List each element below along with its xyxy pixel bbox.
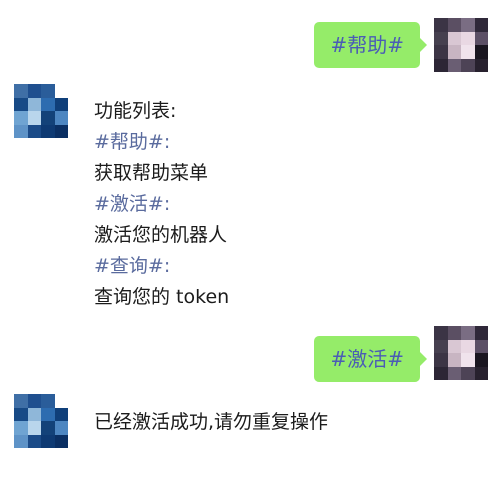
avatar-pixel xyxy=(447,353,461,367)
avatar-pixel xyxy=(474,326,488,340)
avatar-pixel xyxy=(461,58,475,72)
avatar-pixel xyxy=(54,421,68,435)
avatar-pixel xyxy=(54,84,68,98)
avatar-pixel xyxy=(41,407,55,421)
avatar-pixel xyxy=(434,353,448,367)
avatar-pixel xyxy=(461,339,475,353)
avatar-pixel xyxy=(41,111,55,125)
command-line: #查询#: xyxy=(94,255,171,277)
avatar-pixel xyxy=(54,407,68,421)
avatar-pixel xyxy=(41,434,55,448)
message-line: 激活您的机器人 xyxy=(94,224,228,246)
avatar-pixel xyxy=(14,97,28,111)
bot-avatar[interactable] xyxy=(14,394,68,448)
avatar-pixel xyxy=(41,421,55,435)
avatar-pixel xyxy=(474,353,488,367)
avatar-pixel xyxy=(434,18,448,32)
avatar-pixel xyxy=(434,31,448,45)
avatar-pixel xyxy=(461,45,475,59)
avatar-pixel xyxy=(447,45,461,59)
avatar-pixel xyxy=(434,58,448,72)
avatar-pixel xyxy=(461,18,475,32)
message-line: 已经激活成功,请勿重复操作 xyxy=(94,411,329,433)
avatar-pixel xyxy=(474,45,488,59)
avatar-pixel xyxy=(434,339,448,353)
avatar-pixel xyxy=(461,366,475,380)
avatar-pixel xyxy=(41,84,55,98)
avatar-pixel xyxy=(447,326,461,340)
avatar-pixel xyxy=(474,18,488,32)
avatar-pixel xyxy=(14,421,28,435)
avatar-pixel xyxy=(434,366,448,380)
bot-avatar[interactable] xyxy=(14,84,68,138)
avatar-pixel xyxy=(27,124,41,138)
avatar-pixel xyxy=(27,394,41,408)
avatar-pixel xyxy=(461,31,475,45)
avatar-pixel xyxy=(54,124,68,138)
avatar-pixel xyxy=(447,339,461,353)
avatar-pixel xyxy=(447,31,461,45)
avatar-pixel xyxy=(434,45,448,59)
avatar-pixel xyxy=(447,366,461,380)
command-line: #激活#: xyxy=(94,193,171,215)
avatar-pixel xyxy=(474,31,488,45)
message-line: 功能列表: xyxy=(94,100,177,122)
avatar-pixel xyxy=(474,339,488,353)
avatar-pixel xyxy=(461,353,475,367)
avatar-pixel xyxy=(41,394,55,408)
avatar-pixel xyxy=(447,18,461,32)
avatar-pixel xyxy=(14,407,28,421)
outgoing-message-text: #帮助# xyxy=(330,33,404,57)
avatar-pixel xyxy=(474,366,488,380)
avatar-pixel xyxy=(41,97,55,111)
avatar-pixel xyxy=(54,97,68,111)
outgoing-message-text: #激活# xyxy=(330,347,404,371)
avatar-pixel xyxy=(27,407,41,421)
avatar-pixel xyxy=(14,84,28,98)
avatar-pixel xyxy=(41,124,55,138)
avatar-pixel xyxy=(54,111,68,125)
avatar-pixel xyxy=(461,326,475,340)
outgoing-message-bubble[interactable]: #激活# xyxy=(314,336,427,382)
avatar-pixel xyxy=(27,111,41,125)
command-line: #帮助#: xyxy=(94,131,171,153)
message-line: 获取帮助菜单 xyxy=(94,162,209,184)
avatar-pixel xyxy=(14,394,28,408)
outgoing-message-bubble[interactable]: #帮助# xyxy=(314,22,427,68)
avatar-pixel xyxy=(474,58,488,72)
message-line: 查询您的 token xyxy=(94,286,230,308)
incoming-message-bubble[interactable]: 功能列表: #帮助#: 获取帮助菜单 #激活#: 激活您的机器人 #查询#: 查… xyxy=(80,96,244,313)
avatar-pixel xyxy=(447,58,461,72)
avatar-pixel xyxy=(14,111,28,125)
avatar-pixel xyxy=(14,434,28,448)
incoming-message-bubble[interactable]: 已经激活成功,请勿重复操作 xyxy=(80,407,343,438)
avatar-pixel xyxy=(27,97,41,111)
avatar-pixel xyxy=(27,84,41,98)
avatar-pixel xyxy=(14,124,28,138)
avatar-pixel xyxy=(54,394,68,408)
avatar-pixel xyxy=(54,434,68,448)
avatar-pixel xyxy=(434,326,448,340)
user-avatar[interactable] xyxy=(434,18,488,72)
avatar-pixel xyxy=(27,434,41,448)
avatar-pixel xyxy=(27,421,41,435)
user-avatar[interactable] xyxy=(434,326,488,380)
